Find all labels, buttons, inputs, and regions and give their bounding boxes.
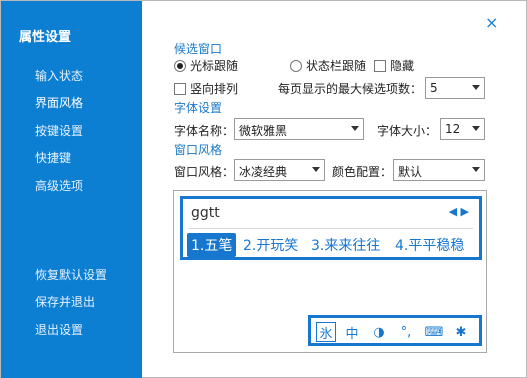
window-style-select[interactable]: 冰凌经典: [234, 159, 325, 181]
color-config-value: 默认: [398, 165, 423, 179]
font-name-value: 微软雅黑: [239, 124, 288, 138]
follow-cursor-label: 光标跟随: [190, 59, 239, 73]
sidebar-item-key-settings[interactable]: 按键设置: [35, 122, 83, 139]
page-arrows-icon: ◀ ▶: [448, 205, 469, 218]
status-toolbar-preview: 氷 中 ◑ °, ⌨ ✱: [308, 315, 482, 346]
close-icon[interactable]: ×: [485, 13, 498, 32]
vertical-label: 竖向排列: [190, 82, 239, 96]
chevron-down-icon: [351, 126, 359, 131]
keyboard-icon: ⌨: [424, 324, 444, 340]
candidate-position-row: 光标跟随 状态栏跟随 隐藏: [174, 57, 414, 74]
hide-checkbox[interactable]: [374, 59, 386, 72]
divider: [189, 228, 473, 229]
gear-icon: ✱: [455, 324, 467, 340]
sidebar-title: 属性设置: [19, 30, 72, 45]
exit-settings-link[interactable]: 退出设置: [35, 321, 83, 338]
max-count-label: 每页显示的最大候选项数：: [278, 82, 423, 96]
follow-statusbar-label: 状态栏跟随: [306, 59, 367, 73]
half-width-icon: ◑: [373, 324, 385, 340]
sidebar-item-input-state[interactable]: 输入状态: [35, 67, 83, 84]
color-config-select[interactable]: 默认: [393, 159, 485, 181]
sidebar: 属性设置 输入状态 界面风格 按键设置 快捷键 高级选项 恢复默认设置 保存并退…: [1, 1, 142, 378]
chevron-down-icon: [312, 167, 320, 172]
sidebar-item-advanced[interactable]: 高级选项: [35, 177, 83, 194]
font-name-select[interactable]: 微软雅黑: [234, 118, 364, 140]
hide-label: 隐藏: [390, 59, 415, 73]
sidebar-item-interface-style[interactable]: 界面风格: [35, 94, 83, 111]
ime-logo-icon: 氷: [316, 322, 336, 342]
candidate-item-3: 3.来来往往: [311, 238, 381, 254]
restore-defaults-link[interactable]: 恢复默认设置: [35, 266, 107, 283]
window-style-row: 窗口风格：: [174, 163, 234, 180]
section-candidate-window: 候选窗口: [174, 42, 223, 56]
max-count-select[interactable]: 5: [425, 77, 485, 99]
section-window-style: 窗口风格: [174, 143, 223, 157]
follow-statusbar-radio[interactable]: [290, 59, 302, 72]
vertical-checkbox[interactable]: [174, 82, 186, 95]
chevron-down-icon: [472, 126, 480, 131]
candidate-preview-box: ggtt ◀ ▶ 1.五笔 2.开玩笑 3.来来往往 4.平平稳稳: [180, 196, 482, 260]
window-style-label: 窗口风格：: [174, 165, 235, 179]
style-preview: ggtt ◀ ▶ 1.五笔 2.开玩笑 3.来来往往 4.平平稳稳 氷 中 ◑ …: [173, 190, 487, 353]
font-name-label: 字体名称：: [174, 124, 235, 138]
font-name-row: 字体名称：: [174, 122, 234, 139]
color-config-label: 颜色配置：: [332, 165, 393, 179]
chevron-down-icon: [472, 85, 480, 90]
section-font-settings: 字体设置: [174, 101, 223, 115]
save-exit-link[interactable]: 保存并退出: [35, 293, 95, 310]
candidate-item-1: 1.五笔: [187, 233, 237, 257]
max-count-value: 5: [430, 81, 438, 95]
punctuation-icon: °,: [400, 324, 412, 340]
window-style-value: 冰凌经典: [239, 165, 288, 179]
sidebar-item-shortcuts[interactable]: 快捷键: [35, 149, 71, 166]
candidate-item-4: 4.平平稳稳: [395, 238, 465, 254]
font-size-value: 12: [445, 122, 461, 136]
font-size-select[interactable]: 12: [440, 118, 485, 140]
vertical-row: 竖向排列 每页显示的最大候选项数：: [174, 80, 422, 97]
candidate-item-2: 2.开玩笑: [243, 238, 299, 254]
chevron-down-icon: [472, 167, 480, 172]
follow-cursor-radio[interactable]: [174, 59, 186, 72]
chinese-mode-icon: 中: [345, 326, 359, 342]
settings-window: 属性设置 输入状态 界面风格 按键设置 快捷键 高级选项 恢复默认设置 保存并退…: [0, 0, 527, 378]
preview-input-text: ggtt: [191, 205, 220, 221]
font-size-label: 字体大小：: [377, 124, 438, 138]
